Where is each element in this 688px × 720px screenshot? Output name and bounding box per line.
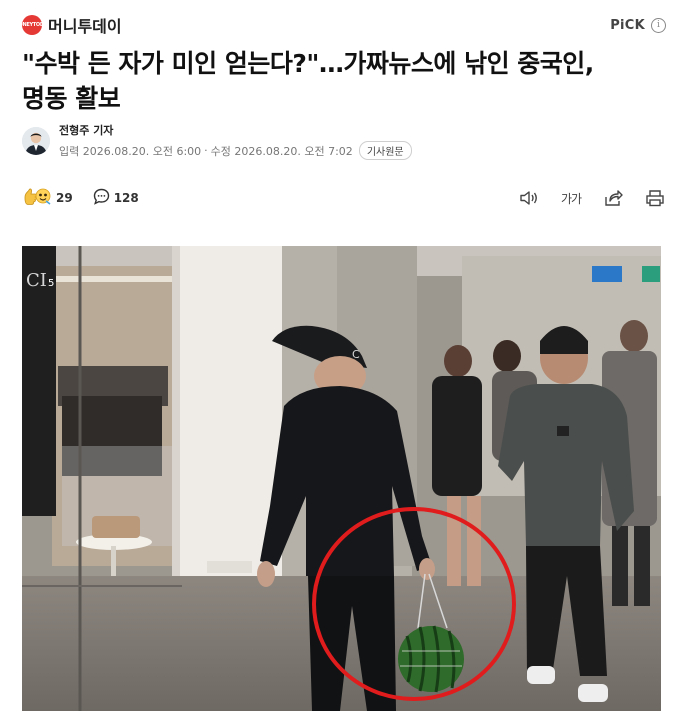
- audio-icon[interactable]: [518, 187, 540, 209]
- font-size-icon[interactable]: 가가: [560, 187, 582, 209]
- top-bar: MONEYTODAY 머니투데이 PiCK i: [14, 12, 666, 38]
- published-time: 입력 2026.08.20. 오전 6:00: [59, 144, 202, 158]
- article-tools: 가가: [518, 187, 666, 209]
- headline: "수박 든 자가 미인 얻는다?"…가짜뉴스에 낚인 중국인, 명동 활보: [22, 46, 662, 116]
- brand-name[interactable]: 머니투데이: [48, 13, 122, 37]
- print-icon[interactable]: [644, 187, 666, 209]
- original-article-button[interactable]: 기사원문: [358, 141, 412, 160]
- comment-count: 128: [113, 191, 139, 205]
- share-icon[interactable]: [602, 187, 624, 209]
- comment-button[interactable]: 128: [93, 188, 139, 208]
- headline-line-2: 명동 활보: [22, 84, 121, 113]
- reaction-count: 29: [56, 191, 73, 205]
- store-sign-text: CI: [26, 270, 47, 291]
- info-icon[interactable]: i: [651, 17, 666, 33]
- avatar[interactable]: [22, 127, 50, 155]
- article-photo[interactable]: CI 5 C: [22, 246, 661, 711]
- article-meta: 입력 2026.08.20. 오전 6:00 · 수정 2026.08.20. …: [59, 141, 412, 160]
- reaction-emoji-icon: [22, 187, 52, 210]
- updated-time: 수정 2026.08.20. 오전 7:02: [210, 144, 353, 158]
- headline-line-1: "수박 든 자가 미인 얻는다?"…가짜뉴스에 낚인 중국인,: [22, 49, 594, 78]
- pick-area: PiCK i: [610, 17, 666, 33]
- action-bar: 29 128 가가: [22, 186, 666, 210]
- reporter-name[interactable]: 전형주 기자: [59, 122, 412, 137]
- author-block: 전형주 기자 입력 2026.08.20. 오전 6:00 · 수정 2026.…: [22, 122, 412, 160]
- comment-icon: [93, 188, 110, 208]
- brand-logo-text: MONEYTODAY: [13, 22, 51, 28]
- floor-number-text: 5: [48, 278, 54, 289]
- meta-separator: ·: [204, 144, 208, 157]
- reaction-button[interactable]: 29: [22, 187, 73, 210]
- pick-label: PiCK: [610, 17, 645, 33]
- brand-logo-icon[interactable]: MONEYTODAY: [14, 15, 50, 35]
